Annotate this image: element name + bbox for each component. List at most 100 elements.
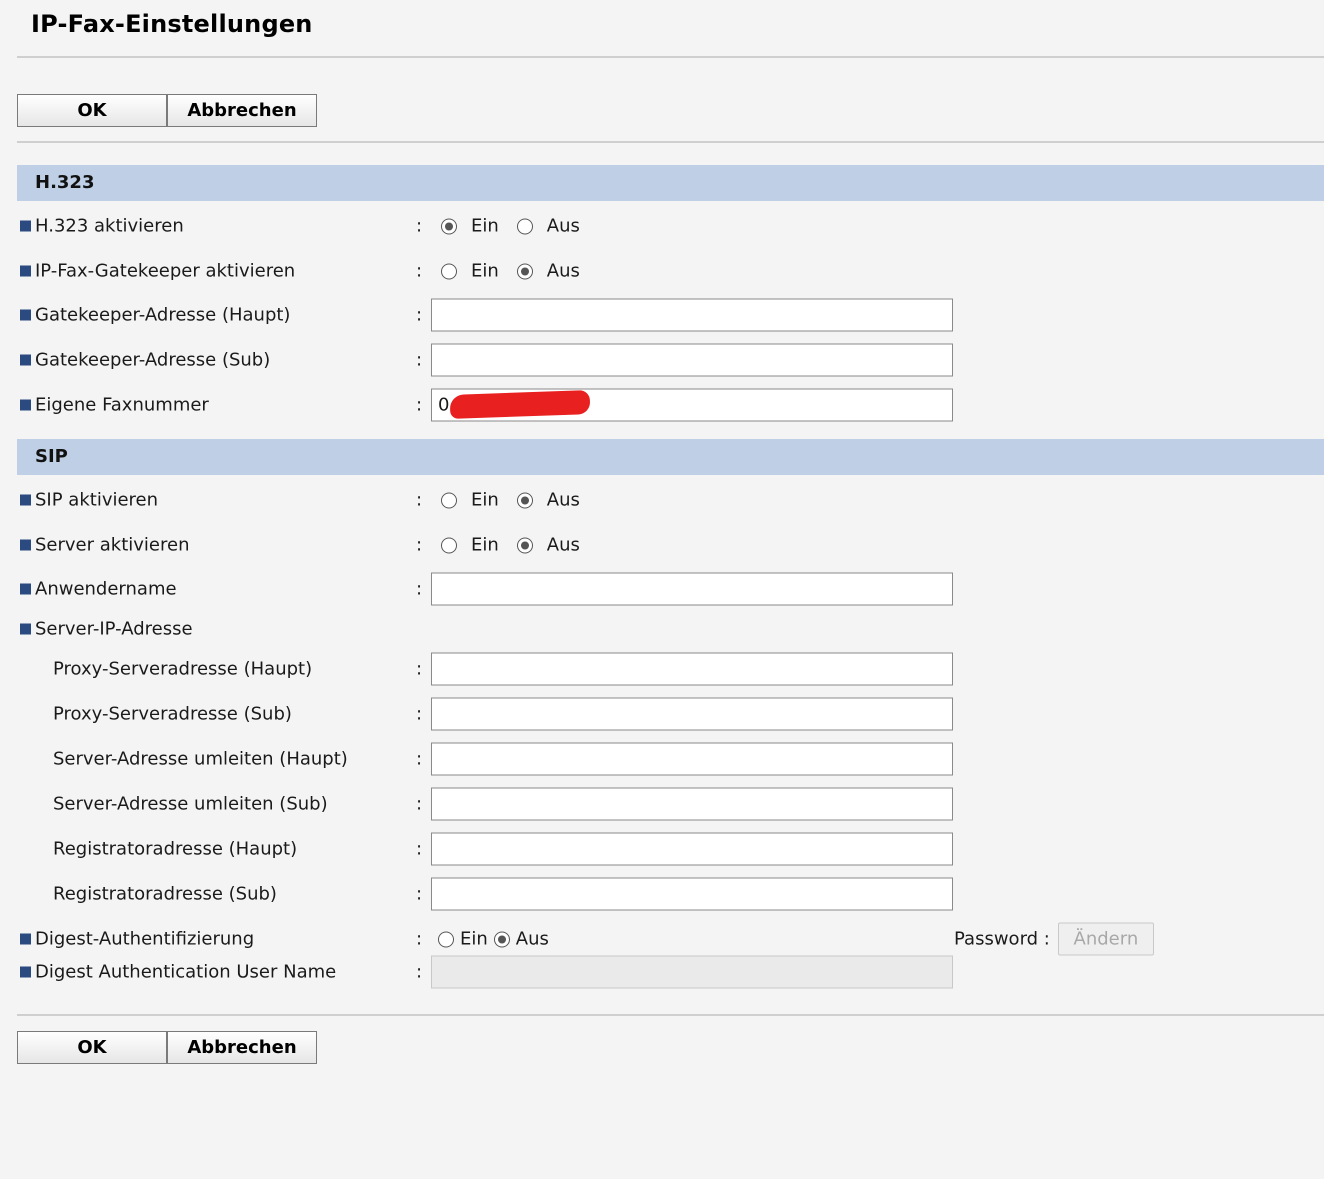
colon: : (416, 260, 423, 282)
server-enable-on[interactable]: Ein (441, 535, 499, 556)
field-label: Eigene Faxnummer (35, 394, 209, 416)
row-redirect-main: Server-Adresse umleiten (Haupt) : (0, 742, 1324, 776)
field-label: IP-Fax-Gatekeeper aktivieren (35, 260, 296, 282)
radio-label: Ein (460, 928, 488, 950)
colon: : (416, 578, 423, 600)
field-label: Anwendername (35, 578, 177, 600)
cancel-button[interactable]: Abbrechen (167, 94, 317, 127)
row-proxy-sub: Proxy-Serveradresse (Sub) : (0, 697, 1324, 731)
section-header-h323: H.323 (17, 165, 1324, 201)
registrar-main-input[interactable] (431, 832, 953, 866)
radio-selected-icon[interactable] (516, 537, 533, 553)
colon: : (416, 928, 423, 950)
radio-icon[interactable] (441, 492, 457, 508)
gatekeeper-main-input[interactable] (431, 298, 953, 332)
registrar-sub-input[interactable] (431, 877, 953, 911)
radio-icon[interactable] (441, 263, 457, 279)
own-fax-input[interactable]: 0 (431, 388, 953, 422)
radio-label: Aus (546, 260, 580, 282)
radio-icon[interactable] (441, 537, 457, 553)
digest-radio-group: Ein Aus (438, 929, 567, 950)
password-label: Password : (954, 928, 1050, 950)
colon: : (416, 215, 423, 237)
radio-selected-icon[interactable] (516, 263, 533, 279)
digest-off[interactable]: Aus (493, 928, 549, 950)
colon: : (416, 748, 423, 770)
field-label: Gatekeeper-Adresse (Sub) (35, 349, 271, 371)
sip-enable-radio-group: Ein Aus (441, 490, 598, 511)
h323-enable-radio-group: Ein Aus (441, 216, 598, 237)
bullet-icon (20, 309, 31, 321)
top-button-bar: OK Abbrechen (17, 94, 317, 127)
bullet-icon (20, 354, 31, 366)
proxy-main-input[interactable] (431, 652, 953, 686)
bullet-icon (20, 399, 31, 411)
colon: : (416, 349, 423, 371)
radio-label: Ein (471, 489, 499, 511)
radio-selected-icon[interactable] (516, 492, 533, 508)
row-server-enable: Server aktivieren : Ein Aus (0, 528, 1324, 562)
radio-label: Aus (546, 534, 580, 556)
ok-button[interactable]: OK (17, 1031, 167, 1064)
row-own-fax: Eigene Faxnummer : 0 (0, 388, 1324, 422)
radio-icon[interactable] (438, 931, 454, 947)
row-registrar-sub: Registratoradresse (Sub) : (0, 877, 1324, 911)
radio-label: Ein (471, 534, 499, 556)
row-redirect-sub: Server-Adresse umleiten (Sub) : (0, 787, 1324, 821)
field-label: Server aktivieren (35, 534, 190, 556)
field-label: Gatekeeper-Adresse (Haupt) (35, 304, 291, 326)
radio-label: Aus (546, 215, 580, 237)
change-password-button[interactable]: Ändern (1057, 922, 1154, 956)
field-label: Proxy-Serveradresse (Sub) (53, 703, 292, 725)
server-enable-off[interactable]: Aus (516, 534, 580, 556)
colon: : (416, 394, 423, 416)
gatekeeper-sub-input[interactable] (431, 343, 953, 377)
row-gatekeeper-main: Gatekeeper-Adresse (Haupt) : (0, 298, 1324, 332)
field-label: Server-IP-Adresse (35, 618, 193, 640)
colon: : (416, 883, 423, 905)
bottom-button-bar: OK Abbrechen (17, 1031, 317, 1064)
redaction-scribble (449, 390, 591, 419)
radio-icon[interactable] (516, 218, 533, 234)
field-label: Registratoradresse (Sub) (53, 883, 277, 905)
gatekeeper-enable-off[interactable]: Aus (516, 260, 580, 282)
h323-enable-on[interactable]: Ein (441, 216, 499, 237)
field-label: Digest Authentication User Name (35, 961, 337, 983)
proxy-sub-input[interactable] (431, 697, 953, 731)
page-title: IP-Fax-Einstellungen (31, 10, 313, 38)
digest-on[interactable]: Ein (438, 929, 488, 950)
h323-enable-off[interactable]: Aus (516, 215, 580, 237)
bullet-icon (20, 623, 31, 635)
username-input[interactable] (431, 572, 953, 606)
radio-selected-icon[interactable] (493, 931, 510, 947)
redirect-main-input[interactable] (431, 742, 953, 776)
colon: : (416, 304, 423, 326)
cancel-button[interactable]: Abbrechen (167, 1031, 317, 1064)
row-gatekeeper-sub: Gatekeeper-Adresse (Sub) : (0, 343, 1324, 377)
colon: : (416, 489, 423, 511)
bullet-icon (20, 933, 31, 945)
row-server-ip: Server-IP-Adresse (0, 612, 1324, 646)
radio-selected-icon[interactable] (441, 218, 457, 234)
own-fax-value: 0 (438, 394, 450, 416)
row-registrar-main: Registratoradresse (Haupt) : (0, 832, 1324, 866)
sip-enable-on[interactable]: Ein (441, 490, 499, 511)
gatekeeper-enable-on[interactable]: Ein (441, 261, 499, 282)
bullet-icon (20, 265, 31, 277)
sip-enable-off[interactable]: Aus (516, 490, 580, 511)
field-label: Proxy-Serveradresse (Haupt) (53, 658, 313, 680)
row-gatekeeper-enable: IP-Fax-Gatekeeper aktivieren : Ein Aus (0, 254, 1324, 288)
radio-label: Aus (515, 928, 549, 950)
bullet-icon (20, 220, 31, 232)
bullet-icon (20, 966, 31, 978)
field-label: Digest-Authentifizierung (35, 928, 255, 950)
field-label: Registratoradresse (Haupt) (53, 838, 298, 860)
ok-button[interactable]: OK (17, 94, 167, 127)
redirect-sub-input[interactable] (431, 787, 953, 821)
radio-label: Ein (471, 215, 499, 237)
row-proxy-main: Proxy-Serveradresse (Haupt) : (0, 652, 1324, 686)
divider (17, 56, 1324, 58)
digest-user-input (431, 955, 953, 989)
field-label: Server-Adresse umleiten (Sub) (53, 793, 328, 815)
bullet-icon (20, 583, 31, 595)
